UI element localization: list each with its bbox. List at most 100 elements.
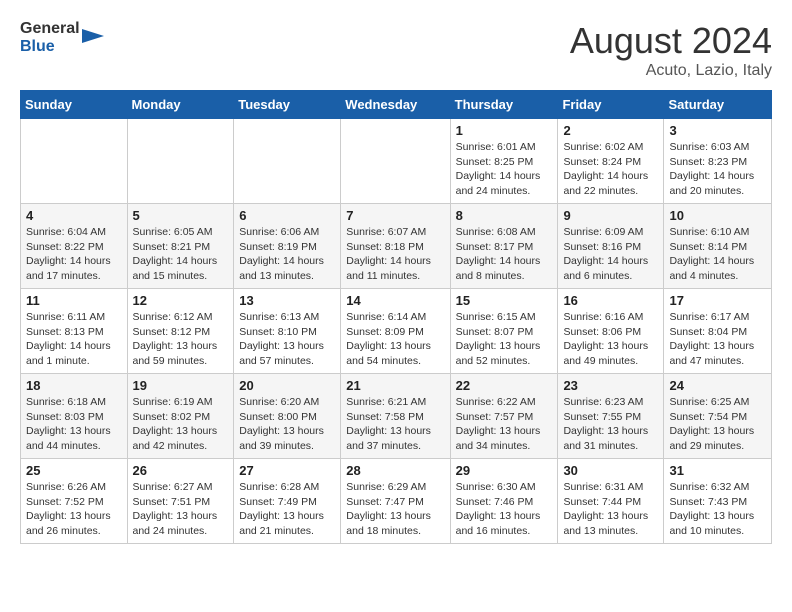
day-number: 17: [669, 293, 766, 308]
day-info: Sunrise: 6:18 AM Sunset: 8:03 PM Dayligh…: [26, 395, 122, 454]
calendar-cell: 15 Sunrise: 6:15 AM Sunset: 8:07 PM Dayli…: [450, 289, 558, 374]
day-info: Sunrise: 6:09 AM Sunset: 8:16 PM Dayligh…: [563, 225, 658, 284]
col-header-tuesday: Tuesday: [234, 91, 341, 119]
day-number: 5: [133, 208, 229, 223]
day-info: Sunrise: 6:14 AM Sunset: 8:09 PM Dayligh…: [346, 310, 444, 369]
calendar-cell: 24 Sunrise: 6:25 AM Sunset: 7:54 PM Dayli…: [664, 374, 772, 459]
calendar-header-row: SundayMondayTuesdayWednesdayThursdayFrid…: [21, 91, 772, 119]
calendar-week-row: 4 Sunrise: 6:04 AM Sunset: 8:22 PM Daylig…: [21, 204, 772, 289]
day-number: 21: [346, 378, 444, 393]
day-number: 18: [26, 378, 122, 393]
day-number: 1: [456, 123, 553, 138]
calendar-cell: 21Sunrise: 6:21 AM Sunset: 7:58 PM Dayli…: [341, 374, 450, 459]
calendar-week-row: 11 Sunrise: 6:11 AM Sunset: 8:13 PM Dayli…: [21, 289, 772, 374]
day-number: 20: [239, 378, 335, 393]
calendar-cell: 8 Sunrise: 6:08 AM Sunset: 8:17 PM Daylig…: [450, 204, 558, 289]
day-info: Sunrise: 6:19 AM Sunset: 8:02 PM Dayligh…: [133, 395, 229, 454]
title-block: August 2024 Acuto, Lazio, Italy: [570, 20, 772, 80]
calendar-cell: 6Sunrise: 6:06 AM Sunset: 8:19 PM Daylig…: [234, 204, 341, 289]
day-info: Sunrise: 6:25 AM Sunset: 7:54 PM Dayligh…: [669, 395, 766, 454]
calendar-cell: 30Sunrise: 6:31 AM Sunset: 7:44 PM Dayli…: [558, 459, 664, 544]
col-header-thursday: Thursday: [450, 91, 558, 119]
day-info: Sunrise: 6:32 AM Sunset: 7:43 PM Dayligh…: [669, 480, 766, 539]
calendar-cell: 20Sunrise: 6:20 AM Sunset: 8:00 PM Dayli…: [234, 374, 341, 459]
day-info: Sunrise: 6:30 AM Sunset: 7:46 PM Dayligh…: [456, 480, 553, 539]
day-info: Sunrise: 6:28 AM Sunset: 7:49 PM Dayligh…: [239, 480, 335, 539]
calendar-cell: [21, 119, 128, 204]
day-number: 10: [669, 208, 766, 223]
day-number: 4: [26, 208, 122, 223]
calendar-cell: [341, 119, 450, 204]
day-number: 14: [346, 293, 444, 308]
day-info: Sunrise: 6:03 AM Sunset: 8:23 PM Dayligh…: [669, 140, 766, 199]
day-number: 8: [456, 208, 553, 223]
day-number: 28: [346, 463, 444, 478]
location: Acuto, Lazio, Italy: [570, 62, 772, 80]
day-number: 15: [456, 293, 553, 308]
calendar-cell: 10 Sunrise: 6:10 AM Sunset: 8:14 PM Dayli…: [664, 204, 772, 289]
col-header-monday: Monday: [127, 91, 234, 119]
calendar-cell: 3 Sunrise: 6:03 AM Sunset: 8:23 PM Daylig…: [664, 119, 772, 204]
day-number: 11: [26, 293, 122, 308]
day-info: Sunrise: 6:04 AM Sunset: 8:22 PM Dayligh…: [26, 225, 122, 284]
calendar-cell: 16Sunrise: 6:16 AM Sunset: 8:06 PM Dayli…: [558, 289, 664, 374]
day-info: Sunrise: 6:15 AM Sunset: 8:07 PM Dayligh…: [456, 310, 553, 369]
day-info: Sunrise: 6:31 AM Sunset: 7:44 PM Dayligh…: [563, 480, 658, 539]
calendar-cell: 9 Sunrise: 6:09 AM Sunset: 8:16 PM Daylig…: [558, 204, 664, 289]
calendar-cell: 4 Sunrise: 6:04 AM Sunset: 8:22 PM Daylig…: [21, 204, 128, 289]
calendar-cell: 29Sunrise: 6:30 AM Sunset: 7:46 PM Dayli…: [450, 459, 558, 544]
day-info: Sunrise: 6:12 AM Sunset: 8:12 PM Dayligh…: [133, 310, 229, 369]
calendar-week-row: 25Sunrise: 6:26 AM Sunset: 7:52 PM Dayli…: [21, 459, 772, 544]
calendar-cell: 14 Sunrise: 6:14 AM Sunset: 8:09 PM Dayli…: [341, 289, 450, 374]
day-number: 9: [563, 208, 658, 223]
day-info: Sunrise: 6:13 AM Sunset: 8:10 PM Dayligh…: [239, 310, 335, 369]
day-info: Sunrise: 6:07 AM Sunset: 8:18 PM Dayligh…: [346, 225, 444, 284]
calendar-cell: 28 Sunrise: 6:29 AM Sunset: 7:47 PM Dayli…: [341, 459, 450, 544]
calendar-week-row: 1Sunrise: 6:01 AM Sunset: 8:25 PM Daylig…: [21, 119, 772, 204]
day-info: Sunrise: 6:10 AM Sunset: 8:14 PM Dayligh…: [669, 225, 766, 284]
day-info: Sunrise: 6:11 AM Sunset: 8:13 PM Dayligh…: [26, 310, 122, 369]
day-number: 26: [133, 463, 229, 478]
day-info: Sunrise: 6:08 AM Sunset: 8:17 PM Dayligh…: [456, 225, 553, 284]
col-header-friday: Friday: [558, 91, 664, 119]
day-info: Sunrise: 6:05 AM Sunset: 8:21 PM Dayligh…: [133, 225, 229, 284]
calendar-cell: 12Sunrise: 6:12 AM Sunset: 8:12 PM Dayli…: [127, 289, 234, 374]
calendar-cell: 5 Sunrise: 6:05 AM Sunset: 8:21 PM Daylig…: [127, 204, 234, 289]
day-number: 22: [456, 378, 553, 393]
day-info: Sunrise: 6:17 AM Sunset: 8:04 PM Dayligh…: [669, 310, 766, 369]
day-info: Sunrise: 6:22 AM Sunset: 7:57 PM Dayligh…: [456, 395, 553, 454]
logo-arrow-icon: [82, 25, 104, 47]
calendar-cell: 18 Sunrise: 6:18 AM Sunset: 8:03 PM Dayli…: [21, 374, 128, 459]
day-number: 3: [669, 123, 766, 138]
day-number: 13: [239, 293, 335, 308]
day-number: 2: [563, 123, 658, 138]
calendar-week-row: 18 Sunrise: 6:18 AM Sunset: 8:03 PM Dayli…: [21, 374, 772, 459]
calendar-cell: 27 Sunrise: 6:28 AM Sunset: 7:49 PM Dayli…: [234, 459, 341, 544]
day-info: Sunrise: 6:27 AM Sunset: 7:51 PM Dayligh…: [133, 480, 229, 539]
day-number: 27: [239, 463, 335, 478]
page-header: General Blue August 2024 Acuto, Lazio, I…: [20, 20, 772, 80]
col-header-wednesday: Wednesday: [341, 91, 450, 119]
col-header-sunday: Sunday: [21, 91, 128, 119]
day-number: 31: [669, 463, 766, 478]
day-info: Sunrise: 6:16 AM Sunset: 8:06 PM Dayligh…: [563, 310, 658, 369]
day-number: 19: [133, 378, 229, 393]
calendar-cell: [234, 119, 341, 204]
calendar-cell: 17 Sunrise: 6:17 AM Sunset: 8:04 PM Dayli…: [664, 289, 772, 374]
calendar-cell: 13 Sunrise: 6:13 AM Sunset: 8:10 PM Dayli…: [234, 289, 341, 374]
calendar-cell: 22 Sunrise: 6:22 AM Sunset: 7:57 PM Dayli…: [450, 374, 558, 459]
day-info: Sunrise: 6:23 AM Sunset: 7:55 PM Dayligh…: [563, 395, 658, 454]
day-number: 7: [346, 208, 444, 223]
day-number: 24: [669, 378, 766, 393]
calendar-cell: [127, 119, 234, 204]
calendar-table: SundayMondayTuesdayWednesdayThursdayFrid…: [20, 90, 772, 544]
day-number: 23: [563, 378, 658, 393]
calendar-cell: 25Sunrise: 6:26 AM Sunset: 7:52 PM Dayli…: [21, 459, 128, 544]
logo: General Blue: [20, 20, 104, 55]
day-number: 25: [26, 463, 122, 478]
day-info: Sunrise: 6:29 AM Sunset: 7:47 PM Dayligh…: [346, 480, 444, 539]
calendar-cell: 26 Sunrise: 6:27 AM Sunset: 7:51 PM Dayli…: [127, 459, 234, 544]
calendar-cell: 11 Sunrise: 6:11 AM Sunset: 8:13 PM Dayli…: [21, 289, 128, 374]
day-info: Sunrise: 6:02 AM Sunset: 8:24 PM Dayligh…: [563, 140, 658, 199]
day-number: 6: [239, 208, 335, 223]
